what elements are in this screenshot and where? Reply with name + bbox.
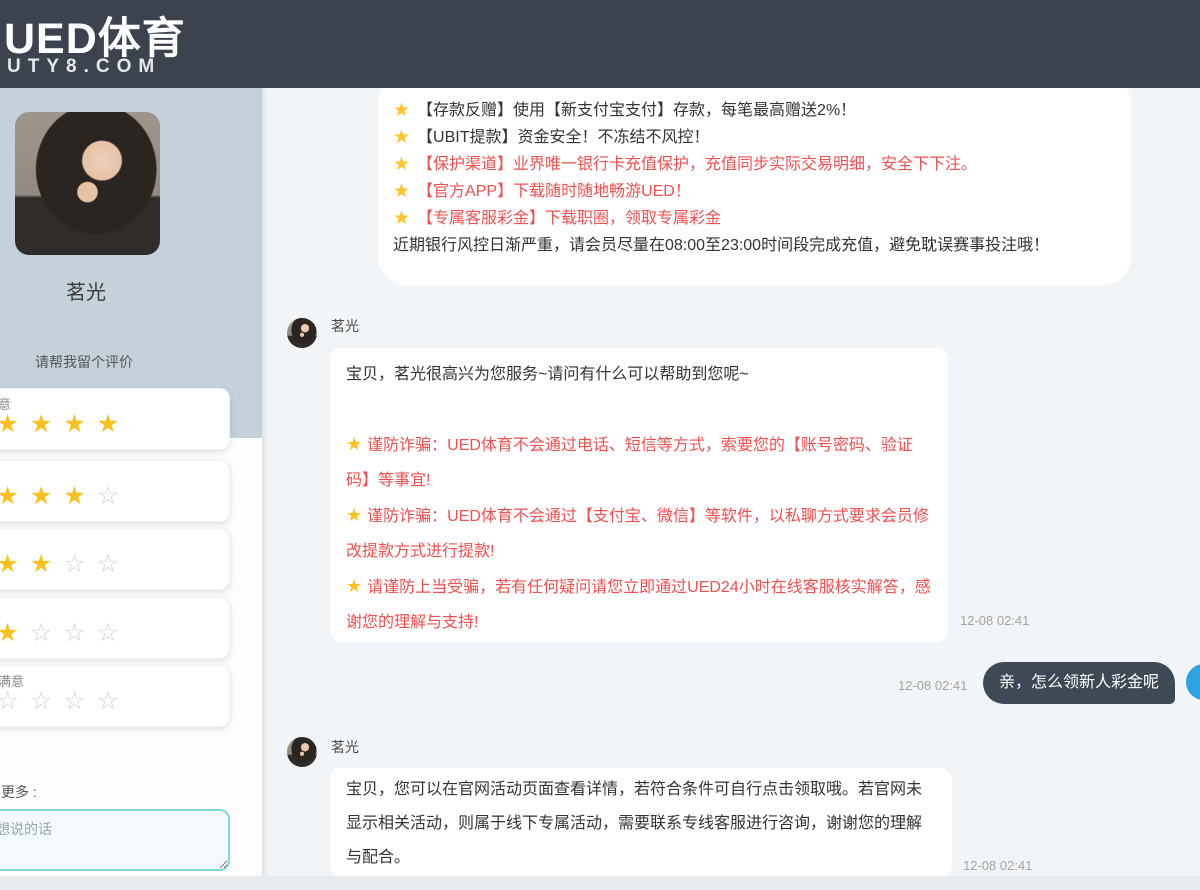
star-filled-icon[interactable]: ★ (63, 410, 96, 438)
star-filled-icon[interactable]: ★ (30, 550, 63, 578)
star-filled-icon[interactable]: ★ (30, 410, 63, 438)
message-timestamp: 12-08 02:41 (960, 613, 1029, 628)
agent-message-name: 茗光 (331, 739, 359, 756)
announcement-card: ★ 【存款反赠】使用【新支付宝支付】存款，每笔最高赠送2%！ ★ 【UBIT提款】资金… (378, 88, 1131, 285)
announcement-line: ★ 【存款反赠】使用【新支付宝支付】存款，每笔最高赠送2%！ (393, 97, 1116, 124)
chat-area: ★ 【存款反赠】使用【新支付宝支付】存款，每笔最高赠送2%！ ★ 【UBIT提款】资金… (262, 88, 1200, 890)
greeting-text: 宝贝，茗光很高兴为您服务~请问有什么可以帮助到您呢~ (346, 357, 932, 392)
star-icon: ★ (393, 208, 410, 229)
announcement-text: 【存款反赠】使用【新支付宝支付】存款，每笔最高赠送2%！ (417, 102, 856, 119)
rating-card-4-stars[interactable]: 满意 ★★★★☆ (0, 460, 230, 522)
announcement-text: 【UBIT提款】资金安全！不冻结不风控！ (417, 129, 709, 146)
star-empty-icon[interactable]: ☆ (63, 619, 96, 647)
announcement-text: 【官方APP】下载随时随地畅游UED！ (417, 183, 691, 200)
rating-card-3-stars[interactable]: 一般 ★★★☆☆ (0, 528, 230, 590)
message-timestamp: 12-08 02:41 (898, 678, 967, 693)
agent-message-avatar (287, 737, 317, 767)
star-icon: ★ (346, 576, 362, 596)
rating-stars: ★☆☆☆☆ (0, 687, 229, 715)
page: { "colors": { "header_bg": "#3c434e", "s… (0, 0, 1200, 890)
rating-label: 非常满意 (0, 394, 229, 409)
agent-photo (15, 112, 160, 255)
star-empty-icon[interactable]: ☆ (63, 550, 96, 578)
rating-card-5-stars[interactable]: 非常满意 ★★★★★ (0, 388, 230, 450)
star-empty-icon[interactable]: ☆ (97, 619, 130, 647)
star-empty-icon[interactable]: ☆ (63, 687, 96, 715)
announcement-line: ★ 【UBIT提款】资金安全！不冻结不风控！ (393, 124, 1116, 151)
star-empty-icon[interactable]: ☆ (0, 687, 30, 715)
rating-prompt: 请帮我留个评价 (35, 352, 133, 372)
warning-text: ★请谨防上当受骗，若有任何疑问请您立即通过UED24小时在线客服核实解答，感谢您… (346, 569, 932, 640)
announcement-text: 近期银行风控日渐严重，请会员尽量在08:00至23:00时间段完成充值，避免耽误… (393, 237, 1049, 254)
message-timestamp: 12-08 02:41 (963, 858, 1032, 873)
announcement-text: 【保护渠道】业界唯一银行卡充值保护，充值同步实际交易明细，安全下下注。 (417, 156, 977, 173)
star-empty-icon[interactable]: ☆ (97, 550, 130, 578)
warning-text: ★谨防诈骗：UED体育不会通过电话、短信等方式，索要您的【账号密码、验证码】等事… (346, 427, 932, 498)
star-icon: ★ (346, 505, 362, 525)
announcement-line: ★ 【专属客服彩金】下载职圈，领取专属彩金 (393, 205, 1116, 232)
announcement-line: ★ 【官方APP】下载随时随地畅游UED！ (393, 178, 1116, 205)
star-empty-icon[interactable]: ☆ (97, 482, 130, 510)
star-icon: ★ (393, 127, 410, 148)
rating-label: 满意 (0, 466, 229, 481)
star-empty-icon[interactable]: ☆ (97, 687, 130, 715)
announcement-text: 【专属客服彩金】下载职圈，领取专属彩金 (417, 210, 721, 227)
rating-label: 非常不满意 (0, 671, 229, 686)
star-icon: ★ (346, 434, 362, 454)
bottom-strip (0, 876, 1200, 890)
warning-text: ★谨防诈骗：UED体育不会通过【支付宝、微信】等软件，以私聊方式要求会员修改提款… (346, 498, 932, 569)
app-header: UED体育 UTY8.COM (0, 0, 1200, 88)
rating-stars: ★★☆☆☆ (0, 619, 229, 647)
more-label: 更多 : (1, 782, 37, 802)
star-filled-icon[interactable]: ★ (0, 482, 30, 510)
star-filled-icon[interactable]: ★ (0, 619, 30, 647)
star-filled-icon[interactable]: ★ (97, 410, 130, 438)
user-message-bubble: 亲，怎么领新人彩金呢 (983, 662, 1175, 704)
feedback-input[interactable] (0, 809, 230, 871)
user-avatar (1186, 664, 1200, 700)
rating-stars: ★★★★★ (0, 410, 229, 438)
star-filled-icon[interactable]: ★ (30, 482, 63, 510)
announcement-line: 近期银行风控日渐严重，请会员尽量在08:00至23:00时间段完成充值，避免耽误… (393, 232, 1116, 259)
rating-card-1-star[interactable]: 非常不满意 ★☆☆☆☆ (0, 665, 230, 727)
agent-name: 茗光 (0, 276, 172, 305)
brand-domain: UTY8.COM (7, 56, 161, 78)
announcement-line: ★ 【保护渠道】业界唯一银行卡充值保护，充值同步实际交易明细，安全下下注。 (393, 151, 1116, 178)
star-filled-icon[interactable]: ★ (0, 410, 30, 438)
rating-stars: ★★★☆☆ (0, 550, 229, 578)
agent-message-name: 茗光 (331, 318, 359, 335)
agent-message-avatar (287, 318, 317, 348)
star-icon: ★ (393, 181, 410, 202)
anti-fraud-warnings: ★谨防诈骗：UED体育不会通过电话、短信等方式，索要您的【账号密码、验证码】等事… (346, 427, 932, 640)
star-icon: ★ (393, 100, 410, 121)
star-filled-icon[interactable]: ★ (63, 482, 96, 510)
rating-label: 一般 (0, 534, 229, 549)
rating-stars: ★★★★☆ (0, 482, 229, 510)
reply-text: 宝贝，您可以在官网活动页面查看详情，若符合条件可自行点击领取哦。若官网未显示相关… (346, 773, 936, 875)
star-icon: ★ (393, 154, 410, 175)
rating-label: 不满意 (0, 603, 229, 618)
star-filled-icon[interactable]: ★ (0, 550, 30, 578)
star-empty-icon[interactable]: ☆ (30, 687, 63, 715)
agent-sidebar: 茗光 请帮我留个评价 非常满意 ★★★★★ 满意 ★★★★☆ 一般 ★★★☆☆ … (0, 88, 262, 890)
rating-card-2-stars[interactable]: 不满意 ★★☆☆☆ (0, 597, 230, 659)
agent-message-bubble: 宝贝，茗光很高兴为您服务~请问有什么可以帮助到您呢~ ★谨防诈骗：UED体育不会… (330, 348, 948, 642)
star-empty-icon[interactable]: ☆ (30, 619, 63, 647)
agent-message-bubble: 宝贝，您可以在官网活动页面查看详情，若符合条件可自行点击领取哦。若官网未显示相关… (330, 768, 952, 877)
